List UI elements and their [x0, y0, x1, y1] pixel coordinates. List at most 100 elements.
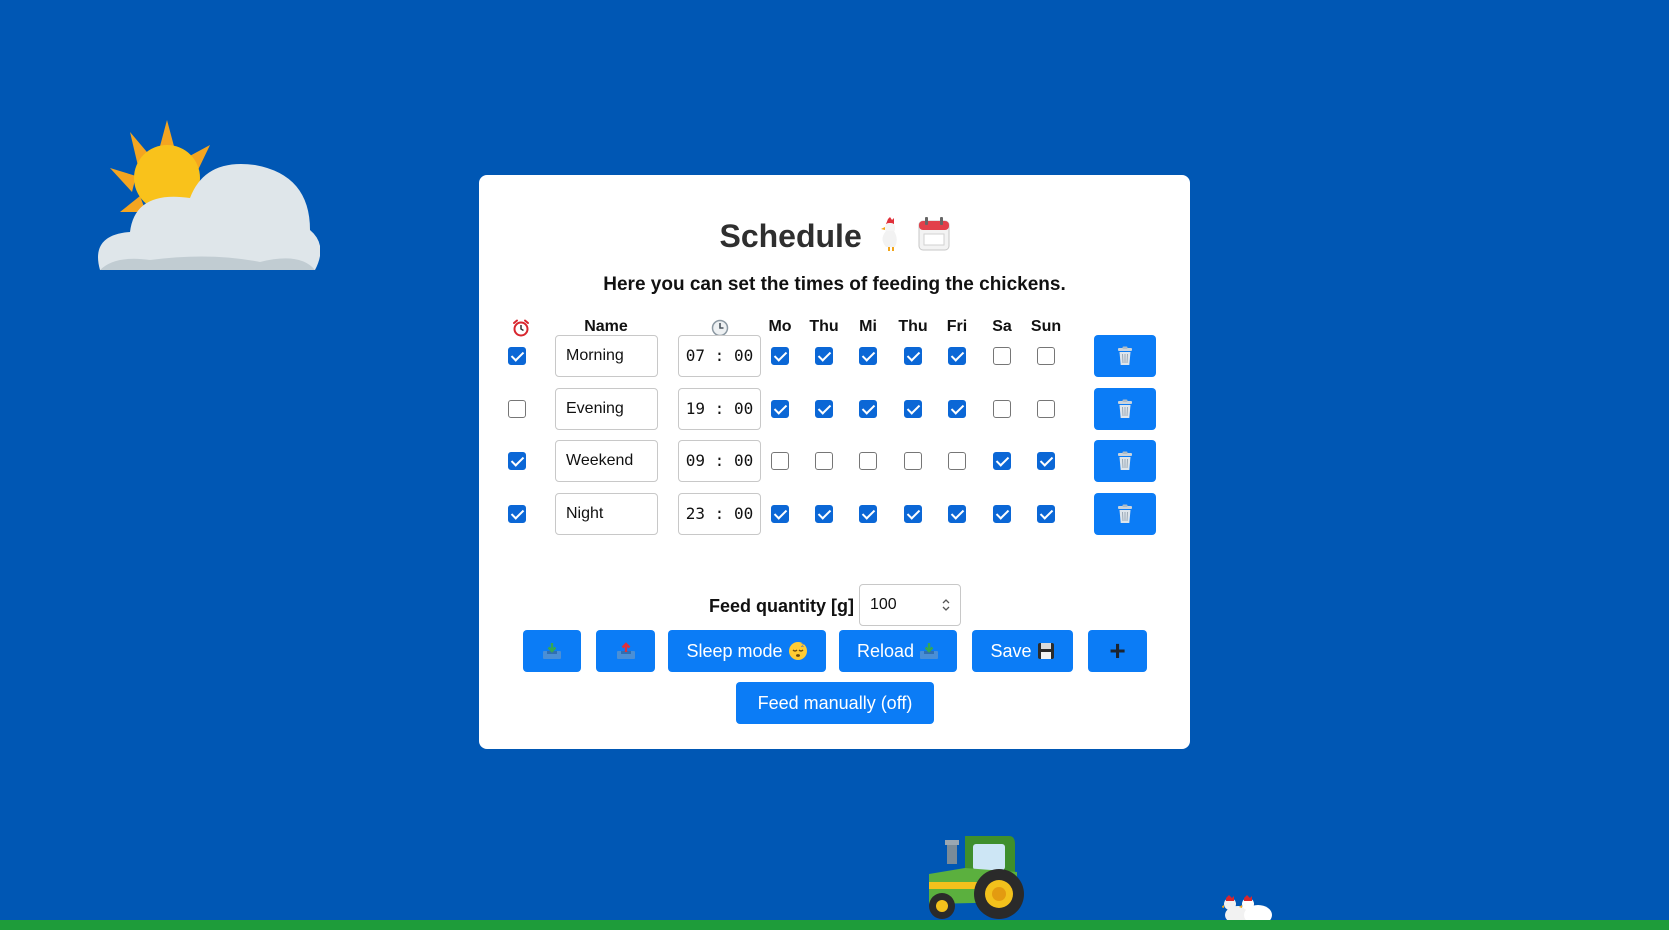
time-minute: 00 [733, 451, 754, 470]
sleep-mode-label: Sleep mode [686, 640, 783, 661]
delete-schedule-button[interactable] [1094, 493, 1156, 535]
number-stepper-icon[interactable] [940, 596, 952, 614]
day-checkbox-sun[interactable] [1037, 347, 1055, 365]
feed-quantity-input[interactable]: 100 [859, 584, 961, 626]
schedule-row: Night 23 : 00 [479, 493, 1190, 535]
delete-schedule-button[interactable] [1094, 388, 1156, 430]
day-checkbox-thu[interactable] [904, 452, 922, 470]
upload-tray-icon [616, 642, 635, 659]
time-hour: 23 [685, 504, 706, 523]
day-checkbox-mi[interactable] [859, 452, 877, 470]
trash-icon [1118, 346, 1132, 365]
feed-quantity-value: 100 [870, 596, 897, 613]
schedule-name-value: Night [566, 505, 604, 522]
save-button[interactable]: Save [972, 630, 1073, 672]
day-checkbox-thu[interactable] [904, 400, 922, 418]
sun-behind-cloud-icon [98, 120, 320, 270]
schedule-name-input[interactable]: Weekend [555, 440, 658, 482]
trash-icon [1118, 504, 1132, 523]
schedule-name-value: Morning [566, 347, 624, 364]
feed-manually-label: Feed manually (off) [757, 692, 913, 713]
delete-schedule-button[interactable] [1094, 440, 1156, 482]
day-checkbox-mo[interactable] [771, 400, 789, 418]
day-checkbox-thu[interactable] [815, 505, 833, 523]
title-text: Schedule [719, 218, 862, 254]
schedule-time-input[interactable]: 09 : 00 [678, 440, 761, 482]
day-checkbox-sun[interactable] [1037, 452, 1055, 470]
day-checkbox-sa[interactable] [993, 400, 1011, 418]
enabled-checkbox[interactable] [508, 400, 526, 418]
floppy-disk-icon [1037, 643, 1054, 659]
add-schedule-button[interactable]: + [1088, 630, 1147, 672]
download-button[interactable] [523, 630, 581, 672]
time-hour: 19 [685, 399, 706, 418]
feed-manually-button[interactable]: Feed manually (off) [736, 682, 934, 724]
day-checkbox-fri[interactable] [948, 452, 966, 470]
day-checkbox-sa[interactable] [993, 505, 1011, 523]
column-header-day: Mo [768, 318, 792, 335]
sleeping-face-icon: z [788, 642, 807, 660]
page-title: Schedule [479, 217, 1190, 255]
schedule-time-input[interactable]: 07 : 00 [678, 335, 761, 377]
day-checkbox-mi[interactable] [859, 400, 877, 418]
schedule-name-value: Weekend [566, 452, 634, 469]
delete-schedule-button[interactable] [1094, 335, 1156, 377]
tractor-icon [929, 836, 1024, 919]
schedule-time-input[interactable]: 23 : 00 [678, 493, 761, 535]
day-checkbox-fri[interactable] [948, 347, 966, 365]
sleep-mode-button[interactable]: Sleep mode z [668, 630, 826, 672]
column-header-name: Name [584, 318, 628, 335]
time-minute: 00 [733, 504, 754, 523]
day-checkbox-mo[interactable] [771, 452, 789, 470]
schedule-name-input[interactable]: Night [555, 493, 658, 535]
day-checkbox-thu[interactable] [815, 347, 833, 365]
grass-ground [0, 920, 1669, 930]
day-checkbox-sun[interactable] [1037, 400, 1055, 418]
day-checkbox-fri[interactable] [948, 400, 966, 418]
day-checkbox-mo[interactable] [771, 505, 789, 523]
svg-text:z: z [801, 642, 804, 649]
schedule-name-input[interactable]: Morning [555, 335, 658, 377]
column-header-day: Fri [946, 318, 968, 335]
day-checkbox-thu[interactable] [904, 347, 922, 365]
enabled-checkbox[interactable] [508, 505, 526, 523]
enabled-checkbox[interactable] [508, 452, 526, 470]
enabled-checkbox[interactable] [508, 347, 526, 365]
time-hour: 07 [685, 346, 706, 365]
chicken-icon [880, 217, 897, 251]
plus-icon: + [1109, 635, 1126, 666]
day-checkbox-sa[interactable] [993, 347, 1011, 365]
day-checkbox-thu[interactable] [815, 452, 833, 470]
column-header-day: Sa [992, 318, 1012, 335]
save-label: Save [990, 640, 1032, 661]
column-header-day: Sun [1030, 318, 1062, 335]
column-header-day: Thu [898, 318, 928, 335]
page-subtitle: Here you can set the times of feeding th… [603, 274, 1066, 295]
schedule-row: Morning 07 : 00 [479, 335, 1190, 377]
upload-button[interactable] [596, 630, 655, 672]
day-checkbox-thu[interactable] [815, 400, 833, 418]
feed-quantity-label: Feed quantity [g] [709, 596, 854, 616]
reload-label: Reload [856, 640, 915, 661]
day-checkbox-mo[interactable] [771, 347, 789, 365]
day-checkbox-thu[interactable] [904, 505, 922, 523]
time-hour: 09 [685, 451, 706, 470]
day-checkbox-mi[interactable] [859, 347, 877, 365]
day-checkbox-mi[interactable] [859, 505, 877, 523]
download-tray-icon [920, 643, 939, 659]
download-tray-icon [543, 643, 561, 659]
day-checkbox-sa[interactable] [993, 452, 1011, 470]
day-checkbox-sun[interactable] [1037, 505, 1055, 523]
trash-icon [1118, 399, 1132, 418]
time-minute: 00 [733, 399, 754, 418]
calendar-icon [918, 217, 950, 251]
schedule-time-input[interactable]: 19 : 00 [678, 388, 761, 430]
day-checkbox-fri[interactable] [948, 505, 966, 523]
trash-icon [1118, 451, 1132, 470]
reload-button[interactable]: Reload [839, 630, 957, 672]
schedule-name-value: Evening [566, 400, 624, 417]
column-header-day: Thu [809, 318, 839, 335]
column-header-day: Mi [859, 318, 877, 335]
schedule-name-input[interactable]: Evening [555, 388, 658, 430]
time-minute: 00 [733, 346, 754, 365]
